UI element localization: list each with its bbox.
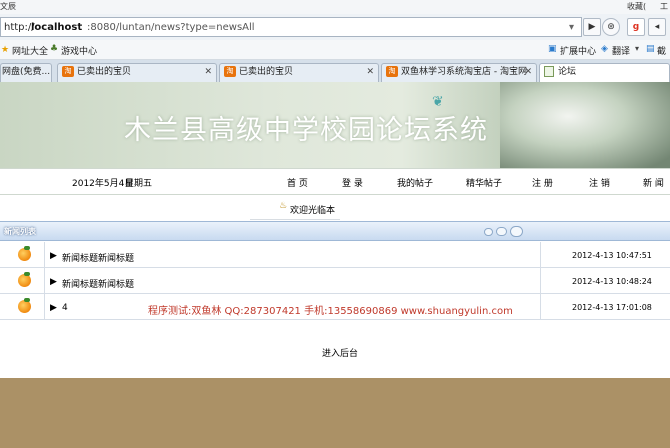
taobao-icon: 淘 bbox=[224, 66, 236, 77]
url-input[interactable]: http:// localhost :8080/luntan/news?type… bbox=[0, 17, 582, 37]
extension-icon: ▣ bbox=[548, 44, 557, 54]
url-dropdown-icon[interactable]: ▾ bbox=[569, 22, 574, 33]
tab-sold-items-1[interactable]: 淘已卖出的宝贝 ✕ bbox=[57, 63, 217, 82]
news-timestamp: 2012-4-13 10:47:51 bbox=[572, 251, 652, 260]
tab-label: 论坛 bbox=[558, 67, 577, 77]
extensions-button[interactable]: 扩展中心 bbox=[560, 44, 596, 57]
tab-sold-items-2[interactable]: 淘已卖出的宝贝 ✕ bbox=[219, 63, 379, 82]
header-decor-dot bbox=[510, 226, 523, 237]
tab-label: 网盘(免费... bbox=[2, 67, 51, 77]
bullet-arrow-icon: ▶ bbox=[50, 251, 57, 261]
banner-figure-image bbox=[500, 82, 670, 168]
nav-home[interactable]: 首 页 bbox=[287, 176, 308, 189]
orange-leaf-icon bbox=[24, 272, 30, 276]
header-decor-dot bbox=[484, 228, 493, 236]
close-icon[interactable]: ✕ bbox=[366, 64, 374, 81]
news-panel-header bbox=[0, 221, 670, 241]
star-icon: ★ bbox=[1, 45, 10, 55]
translate-icon: ◈ bbox=[601, 44, 608, 54]
bullet-arrow-icon: ▶ bbox=[50, 277, 57, 287]
tab-label: 已卖出的宝贝 bbox=[239, 67, 294, 77]
menu-item-left[interactable]: 文辰 bbox=[0, 1, 16, 12]
translate-button[interactable]: 翻译 bbox=[612, 44, 630, 57]
screenshot-icon: ▤ bbox=[646, 44, 655, 54]
news-title-link[interactable]: 4 bbox=[62, 303, 68, 313]
taobao-icon: 淘 bbox=[62, 66, 74, 77]
taobao-icon: 淘 bbox=[386, 66, 398, 77]
news-timestamp: 2012-4-13 17:01:08 bbox=[572, 303, 652, 312]
divider bbox=[44, 242, 45, 268]
orange-leaf-icon bbox=[24, 298, 30, 302]
welcome-marquee: 欢迎光临本 bbox=[290, 206, 336, 216]
tab-label: 已卖出的宝贝 bbox=[77, 67, 132, 77]
nav-logout[interactable]: 注 销 bbox=[589, 176, 610, 189]
favorite-link-games[interactable]: 游戏中心 bbox=[61, 44, 97, 57]
nav-register[interactable]: 注 册 bbox=[532, 176, 553, 189]
news-title-link[interactable]: 新闻标题新闻标题 bbox=[62, 251, 134, 264]
tab-taobao-shop[interactable]: 淘双鱼林学习系统淘宝店 - 淘宝网 ✕ bbox=[381, 63, 537, 82]
search-engine-icon[interactable]: g bbox=[627, 18, 645, 36]
page-footer-band bbox=[0, 378, 670, 448]
go-button[interactable]: ▶ bbox=[583, 18, 601, 36]
close-icon[interactable]: ✕ bbox=[524, 64, 532, 81]
watermark-text: 程序测试:双鱼林 QQ:287307421 手机:13558690869 www… bbox=[148, 306, 513, 317]
menu-item-tools[interactable]: 工 bbox=[660, 1, 668, 12]
url-path: :8080/luntan/news?type=newsAll bbox=[87, 22, 255, 33]
close-icon[interactable]: ✕ bbox=[204, 64, 212, 81]
translate-dropdown-icon[interactable]: ▾ bbox=[635, 44, 639, 53]
divider bbox=[540, 294, 541, 320]
game-icon: ♣ bbox=[50, 44, 59, 54]
header-decor-dot bbox=[496, 227, 507, 236]
nav-login[interactable]: 登 录 bbox=[342, 176, 363, 189]
orange-leaf-icon bbox=[24, 246, 30, 250]
page-icon bbox=[544, 66, 554, 77]
tab-netdisk[interactable]: 网盘(免费... bbox=[0, 63, 52, 82]
browser-title-strip bbox=[0, 0, 670, 14]
news-title-link[interactable]: 新闻标题新闻标题 bbox=[62, 277, 134, 290]
orange-icon bbox=[18, 274, 31, 287]
nav-featured-posts[interactable]: 精华帖子 bbox=[466, 176, 502, 189]
tab-label: 双鱼林学习系统淘宝店 - 淘宝网 bbox=[401, 67, 527, 77]
menu-item-favorites[interactable]: 收藏( bbox=[627, 1, 646, 12]
nav-news[interactable]: 新 闻 bbox=[643, 176, 664, 189]
security-icon[interactable]: ⊛ bbox=[602, 18, 620, 36]
screenshot-button[interactable]: 截 bbox=[657, 44, 666, 57]
news-panel-title: 新闻列表 bbox=[4, 227, 36, 236]
search-toolbar-arrow-icon[interactable]: ◂ bbox=[648, 18, 666, 36]
divider bbox=[44, 294, 45, 320]
news-timestamp: 2012-4-13 10:48:24 bbox=[572, 277, 652, 286]
site-title: 木兰县高级中学校园论坛系统 bbox=[124, 115, 488, 146]
orange-icon bbox=[18, 248, 31, 261]
current-weekday: 星期五 bbox=[125, 179, 153, 189]
divider bbox=[250, 219, 340, 220]
welcome-icon: ♨ bbox=[279, 201, 288, 211]
orange-icon bbox=[18, 300, 31, 313]
divider bbox=[44, 268, 45, 294]
url-host: localhost bbox=[31, 22, 83, 33]
divider bbox=[540, 242, 541, 268]
admin-link[interactable]: 进入后台 bbox=[322, 346, 358, 359]
tab-forum[interactable]: 论坛 bbox=[539, 63, 670, 82]
nav-my-posts[interactable]: 我的帖子 bbox=[397, 176, 433, 189]
favorite-link-sites[interactable]: 网址大全 bbox=[12, 44, 48, 57]
divider bbox=[540, 268, 541, 294]
bullet-arrow-icon: ▶ bbox=[50, 303, 57, 313]
